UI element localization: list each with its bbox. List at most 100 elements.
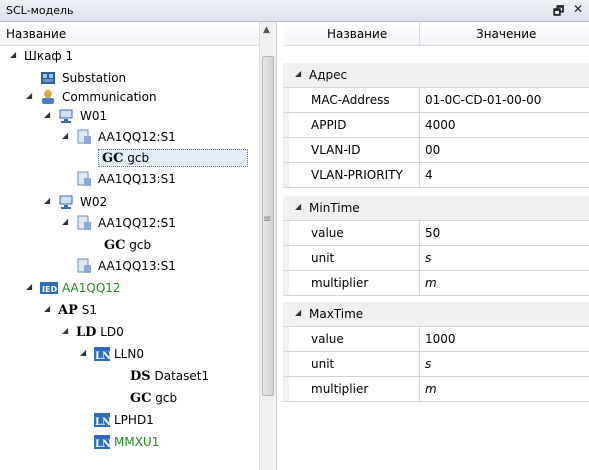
column-divider[interactable]	[419, 22, 420, 46]
tree-node-lln0[interactable]: ◢ LN LLN0	[0, 344, 259, 364]
access-point-icon	[76, 258, 92, 277]
tree-node-connected-ap[interactable]: ◢ AA1QQ12:S1	[0, 127, 259, 147]
property-key: unit	[311, 251, 335, 265]
tree-scrollbar[interactable]: ▲ ≡	[259, 22, 276, 470]
tree-node-logical-device[interactable]: ◢ LD LD0	[0, 322, 259, 342]
expand-icon[interactable]: ◢	[44, 110, 50, 119]
property-value[interactable]: m	[425, 276, 437, 290]
property-value[interactable]: 01-0C-CD-01-00-00	[425, 93, 541, 107]
tree-node-label: W01	[80, 109, 108, 123]
expand-icon[interactable]: ◢	[62, 326, 68, 335]
expand-icon[interactable]: ◢	[62, 217, 68, 226]
expand-icon[interactable]: ◢	[26, 282, 32, 291]
scrollbar-thumb[interactable]	[262, 56, 274, 396]
tree-node-cabinet[interactable]: ◢ Шкаф 1	[0, 46, 259, 66]
property-key: VLAN-PRIORITY	[311, 168, 403, 182]
access-point-icon	[76, 171, 92, 190]
tree-node-label: GC gcb	[130, 391, 178, 406]
tree-node-connected-ap[interactable]: ◢ AA1QQ12:S1	[0, 213, 259, 233]
property-value[interactable]: m	[425, 382, 437, 396]
ln-icon: LN	[94, 434, 111, 453]
scroll-up-icon[interactable]: ▲	[263, 25, 270, 35]
property-value[interactable]: 4000	[425, 118, 456, 132]
property-row[interactable]: value 50	[283, 221, 589, 246]
tree-node-gse-control[interactable]: GC gcb	[0, 388, 259, 408]
logical-device-icon: LD	[76, 325, 97, 340]
tree-node-label: Communication	[62, 90, 157, 104]
property-category-maxtime[interactable]: ◢ MaxTime	[283, 302, 589, 327]
tree-node-access-point[interactable]: ◢ AP S1	[0, 300, 259, 320]
property-key: VLAN-ID	[311, 143, 361, 157]
property-key: multiplier	[311, 276, 369, 290]
tree-node-connected-ap[interactable]: AA1QQ13:S1	[0, 256, 259, 276]
float-icon[interactable]: 🗗	[553, 2, 564, 23]
expand-icon[interactable]: ◢	[62, 131, 68, 140]
close-icon[interactable]: ✕	[573, 2, 583, 16]
tree-node-label: DS Dataset1	[130, 369, 210, 384]
property-category-address[interactable]: ◢ Адрес	[283, 63, 589, 88]
tree-node-label: AA1QQ12:S1	[98, 216, 176, 230]
tree-node-connected-ap[interactable]: AA1QQ13:S1	[0, 169, 259, 189]
property-row[interactable]: multiplier m	[283, 377, 589, 402]
tree-node-mmxu1[interactable]: LN MMXU1	[0, 432, 259, 452]
tree-node-label: AP S1	[58, 303, 97, 318]
scl-tree: Название ◢ Шкаф 1 Substation ◢ Communica…	[0, 22, 277, 470]
expand-icon[interactable]: ◢	[44, 304, 50, 313]
splitter-grip-icon[interactable]: ≡	[263, 214, 271, 225]
tree-header[interactable]: Название	[0, 22, 259, 46]
property-value[interactable]: 1000	[425, 332, 456, 346]
column-header-value[interactable]: Значение	[476, 27, 536, 41]
tree-node-label: AA1QQ13:S1	[98, 259, 176, 273]
gse-control-icon: GC	[130, 391, 152, 406]
access-point-icon	[76, 129, 92, 148]
gse-control-icon: GC	[104, 238, 126, 253]
expand-icon[interactable]: ◢	[10, 50, 16, 59]
property-key: MAC-Address	[311, 93, 390, 107]
tree-node-dataset[interactable]: DS Dataset1	[0, 366, 259, 386]
tree-node-ied[interactable]: ◢ IED AA1QQ12	[0, 278, 259, 298]
tree-node-gse-control[interactable]: GC gcb	[0, 235, 259, 255]
expand-icon[interactable]: ◢	[44, 196, 50, 205]
property-value[interactable]: s	[425, 251, 431, 265]
svg-text:LN: LN	[95, 351, 110, 362]
tree-node-gse-control-selected[interactable]: GC gcb	[0, 148, 259, 168]
collapse-icon[interactable]: ◢	[295, 69, 301, 78]
tree-node-label: AA1QQ12:S1	[98, 130, 176, 144]
expand-icon[interactable]: ◢	[26, 91, 32, 100]
tree-node-label: W02	[80, 195, 108, 209]
property-key: value	[311, 332, 344, 346]
tree-node-w01[interactable]: ◢ W01	[0, 106, 259, 126]
property-row[interactable]: MAC-Address 01-0C-CD-01-00-00	[283, 88, 589, 113]
collapse-icon[interactable]: ◢	[295, 308, 301, 317]
property-row[interactable]: multiplier m	[283, 271, 589, 296]
property-category-mintime[interactable]: ◢ MinTime	[283, 196, 589, 221]
tree-node-label: GC gcb	[98, 149, 248, 167]
tree-node-w02[interactable]: ◢ W02	[0, 192, 259, 212]
property-key: multiplier	[311, 382, 369, 396]
property-row[interactable]: APPID 4000	[283, 113, 589, 138]
property-row[interactable]: VLAN-PRIORITY 4	[283, 163, 589, 188]
access-point-icon	[76, 215, 92, 234]
expand-icon[interactable]: ◢	[80, 348, 86, 357]
collapse-icon[interactable]: ◢	[295, 202, 301, 211]
dataset-icon: DS	[130, 369, 151, 384]
tree-node-lphd1[interactable]: LN LPHD1	[0, 410, 259, 430]
property-row[interactable]: unit s	[283, 246, 589, 271]
property-value[interactable]: 00	[425, 143, 440, 157]
property-value[interactable]: 50	[425, 226, 440, 240]
property-row[interactable]: unit s	[283, 352, 589, 377]
property-row[interactable]: VLAN-ID 00	[283, 138, 589, 163]
ln-icon: LN	[94, 346, 111, 365]
property-key: value	[311, 226, 344, 240]
column-header-name[interactable]: Название	[327, 27, 387, 41]
property-value[interactable]: 4	[425, 168, 433, 182]
property-row[interactable]: value 1000	[283, 327, 589, 352]
tree-node-communication[interactable]: ◢ Communication	[0, 87, 259, 107]
tree-node-label: AA1QQ13:S1	[98, 172, 176, 186]
category-label: MinTime	[309, 201, 360, 215]
property-key: APPID	[311, 118, 347, 132]
tree-node-substation[interactable]: Substation	[0, 68, 259, 88]
property-value[interactable]: s	[425, 357, 431, 371]
svg-text:LN: LN	[95, 417, 110, 428]
svg-text:LN: LN	[95, 439, 110, 450]
